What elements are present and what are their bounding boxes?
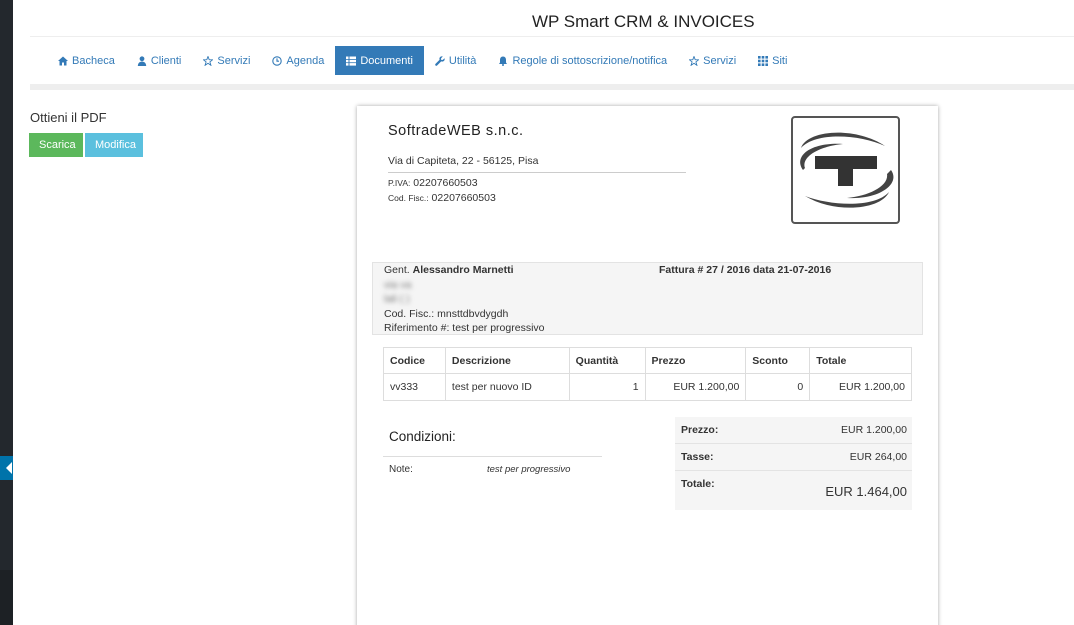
nav-item-label: Servizi	[217, 54, 251, 67]
address-divider	[388, 172, 686, 173]
client-street: via va	[384, 279, 412, 291]
app-title: WP Smart CRM & INVOICES	[532, 12, 755, 31]
nav-item-label: Utilità	[448, 54, 477, 67]
user-icon	[137, 55, 147, 66]
client-tax-code: Cod. Fisc.: mnsttdbvdygdh	[384, 308, 508, 320]
column-header: Prezzo	[644, 347, 747, 374]
client-city: lali ( )	[384, 293, 410, 305]
nav-item-utilita[interactable]: Utilità	[424, 46, 488, 75]
tax-code-value: 02207660503	[431, 192, 496, 204]
invoice-document: SoftradeWEB s.n.c. Via di Capiteta, 22 -…	[357, 106, 938, 625]
note-value: test per progressivo	[487, 464, 571, 475]
pdf-section-title: Ottieni il PDF	[30, 110, 107, 125]
price-value: EUR 1.200,00	[841, 424, 907, 436]
totals-row-total: Totale: EUR 1.464,00	[675, 471, 912, 510]
nav-item-clienti[interactable]: Clienti	[126, 46, 193, 75]
nav-item-servizi-2[interactable]: Servizi	[678, 46, 747, 75]
vat-label: P.IVA:	[388, 178, 411, 188]
vat-value: 02207660503	[413, 177, 478, 189]
company-address: Via di Capiteta, 22 - 56125, Pisa	[388, 155, 539, 167]
nav-item-bacheca[interactable]: Bacheca	[47, 46, 126, 75]
nav-item-label: Documenti	[360, 54, 413, 67]
tax-label: Tasse:	[681, 451, 714, 463]
clock-icon	[272, 55, 283, 66]
column-header: Codice	[383, 347, 446, 374]
table-header-row: Codice Descrizione Quantità Prezzo Scont…	[383, 347, 912, 374]
cell-total: EUR 1.200,00	[809, 373, 912, 401]
totals-row-price: Prezzo: EUR 1.200,00	[675, 417, 912, 444]
cell-description: test per nuovo ID	[444, 373, 570, 401]
nav-item-label: Agenda	[286, 54, 325, 67]
column-header: Quantità	[568, 347, 646, 374]
column-header: Totale	[809, 347, 912, 374]
nav-item-label: Siti	[772, 54, 788, 67]
nav-item-label: Servizi	[703, 54, 737, 67]
cell-code: vv333	[383, 373, 446, 401]
client-tax-code-value: mnsttdbvdygdh	[437, 308, 509, 320]
table-row: vv333 test per nuovo ID 1 EUR 1.200,00 0…	[383, 373, 912, 401]
client-reference-value: test per progressivo	[452, 322, 545, 334]
conditions-title: Condizioni:	[389, 429, 456, 444]
wrench-icon	[435, 55, 445, 66]
nav-item-agenda[interactable]: Agenda	[261, 46, 335, 75]
client-name: Alessandro Marnetti	[412, 264, 514, 276]
logo-t-icon	[800, 132, 894, 208]
company-logo	[791, 116, 900, 224]
nav-item-label: Regole di sottoscrizione/notifica	[512, 54, 668, 67]
nav-item-servizi[interactable]: Servizi	[192, 46, 261, 75]
collapse-menu-arrow-icon[interactable]	[0, 456, 13, 480]
nav-item-label: Bacheca	[72, 54, 115, 67]
totals-row-tax: Tasse: EUR 264,00	[675, 444, 912, 471]
cell-price: EUR 1.200,00	[644, 373, 747, 401]
company-name: SoftradeWEB s.n.c.	[388, 123, 524, 139]
cell-quantity: 1	[568, 373, 646, 401]
company-tax-code: Cod. Fisc.: 02207660503	[388, 192, 496, 204]
total-label: Totale:	[681, 478, 715, 490]
totals-box: Prezzo: EUR 1.200,00 Tasse: EUR 264,00 T…	[675, 417, 912, 510]
column-header: Descrizione	[444, 347, 570, 374]
cell-discount: 0	[745, 373, 811, 401]
nav-divider-band	[30, 84, 1074, 90]
main-nav: Bacheca Clienti Servizi Agenda Documenti…	[47, 46, 798, 75]
invoice-number-date: Fattura # 27 / 2016 data 21-07-2016	[659, 264, 832, 276]
header-divider	[30, 36, 1074, 37]
client-reference-label: Riferimento #:	[384, 322, 450, 334]
client-tax-code-label: Cod. Fisc.:	[384, 308, 435, 320]
tax-code-label: Cod. Fisc.:	[388, 193, 429, 203]
client-name-line: Gent. Alessandro Marnetti	[384, 264, 514, 276]
nav-item-documenti[interactable]: Documenti	[335, 46, 424, 75]
star-icon	[203, 55, 214, 66]
nav-item-label: Clienti	[150, 54, 182, 67]
client-info-box: Gent. Alessandro Marnetti via va lali ( …	[372, 262, 923, 335]
edit-button[interactable]: Modifica	[85, 133, 143, 157]
star-icon	[689, 55, 700, 66]
conditions-divider	[383, 456, 602, 457]
nav-item-regole[interactable]: Regole di sottoscrizione/notifica	[487, 46, 678, 75]
total-value: EUR 1.464,00	[825, 484, 907, 499]
column-header: Sconto	[745, 347, 811, 374]
nav-item-siti[interactable]: Siti	[747, 46, 798, 75]
wp-admin-sidebar-footer	[0, 570, 13, 625]
download-button[interactable]: Scarica	[29, 133, 83, 157]
tax-value: EUR 264,00	[849, 451, 907, 463]
grid-icon	[758, 55, 769, 66]
note-label: Note:	[389, 464, 413, 475]
company-vat: P.IVA: 02207660503	[388, 177, 478, 189]
home-icon	[58, 56, 68, 65]
wp-admin-sidebar	[0, 0, 13, 625]
client-salutation: Gent.	[384, 264, 410, 276]
client-reference: Riferimento #: test per progressivo	[384, 322, 545, 334]
bell-icon	[499, 56, 508, 66]
price-label: Prezzo:	[681, 424, 719, 436]
items-table: Codice Descrizione Quantità Prezzo Scont…	[383, 347, 912, 401]
list-icon	[346, 56, 357, 66]
